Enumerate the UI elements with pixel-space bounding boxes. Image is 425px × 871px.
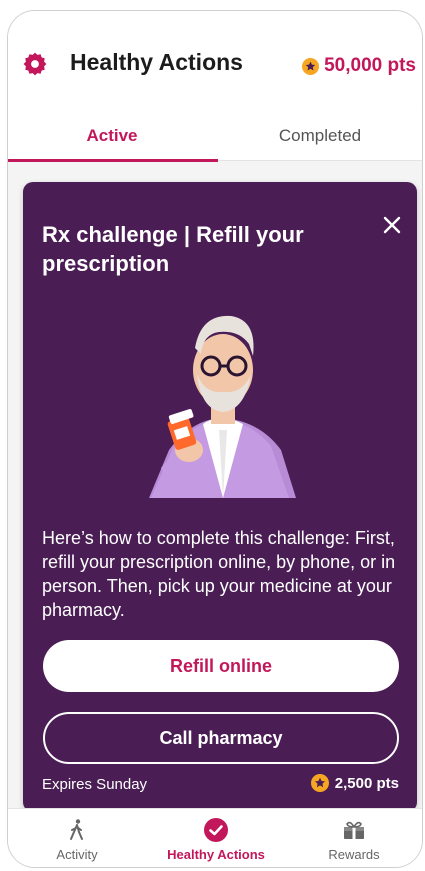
points-balance[interactable]: 50,000 pts: [302, 55, 416, 77]
nav-item-healthy-actions[interactable]: Healthy Actions: [147, 809, 285, 867]
challenge-title: Rx challenge | Refill your prescription: [42, 222, 304, 276]
nav-label-rewards: Rewards: [328, 847, 380, 862]
points-value: 50,000 pts: [324, 55, 416, 76]
gift-box-icon: [344, 821, 364, 839]
challenge-card: Rx challenge | Refill your prescription: [23, 182, 417, 812]
nav-item-activity[interactable]: Activity: [8, 809, 146, 867]
bottom-navigation: Activity Healthy Actions Rewards: [8, 808, 422, 867]
gear-icon[interactable]: [22, 51, 48, 77]
call-pharmacy-button[interactable]: Call pharmacy: [43, 712, 399, 764]
nav-item-rewards[interactable]: Rewards: [285, 809, 422, 867]
challenge-description: Here’s how to complete this challenge: F…: [42, 528, 396, 620]
star-coin-icon: [310, 774, 329, 792]
checkmark-circle-icon: [204, 818, 228, 842]
reward-points: 2,500 pts: [310, 774, 399, 792]
refill-online-button[interactable]: Refill online: [43, 640, 399, 692]
page-title: Healthy Actions: [70, 49, 243, 75]
tab-bar: Active Completed: [8, 111, 422, 162]
app-header: Healthy Actions 50,000 pts: [8, 11, 422, 107]
nav-label-activity: Activity: [56, 847, 98, 862]
content-area: Rx challenge | Refill your prescription: [8, 162, 422, 812]
close-icon[interactable]: [379, 212, 405, 238]
expiration-text: Expires Sunday: [42, 776, 148, 793]
tab-active[interactable]: Active: [8, 111, 218, 162]
walking-person-icon: [70, 819, 83, 840]
pharmacist-illustration: [149, 315, 296, 498]
app-screen: Healthy Actions 50,000 pts Active Comple…: [7, 10, 423, 868]
star-coin-icon: [302, 57, 320, 75]
nav-label-healthy-actions: Healthy Actions: [167, 847, 265, 862]
reward-value: 2,500 pts: [334, 774, 399, 792]
tab-completed[interactable]: Completed: [216, 111, 422, 161]
